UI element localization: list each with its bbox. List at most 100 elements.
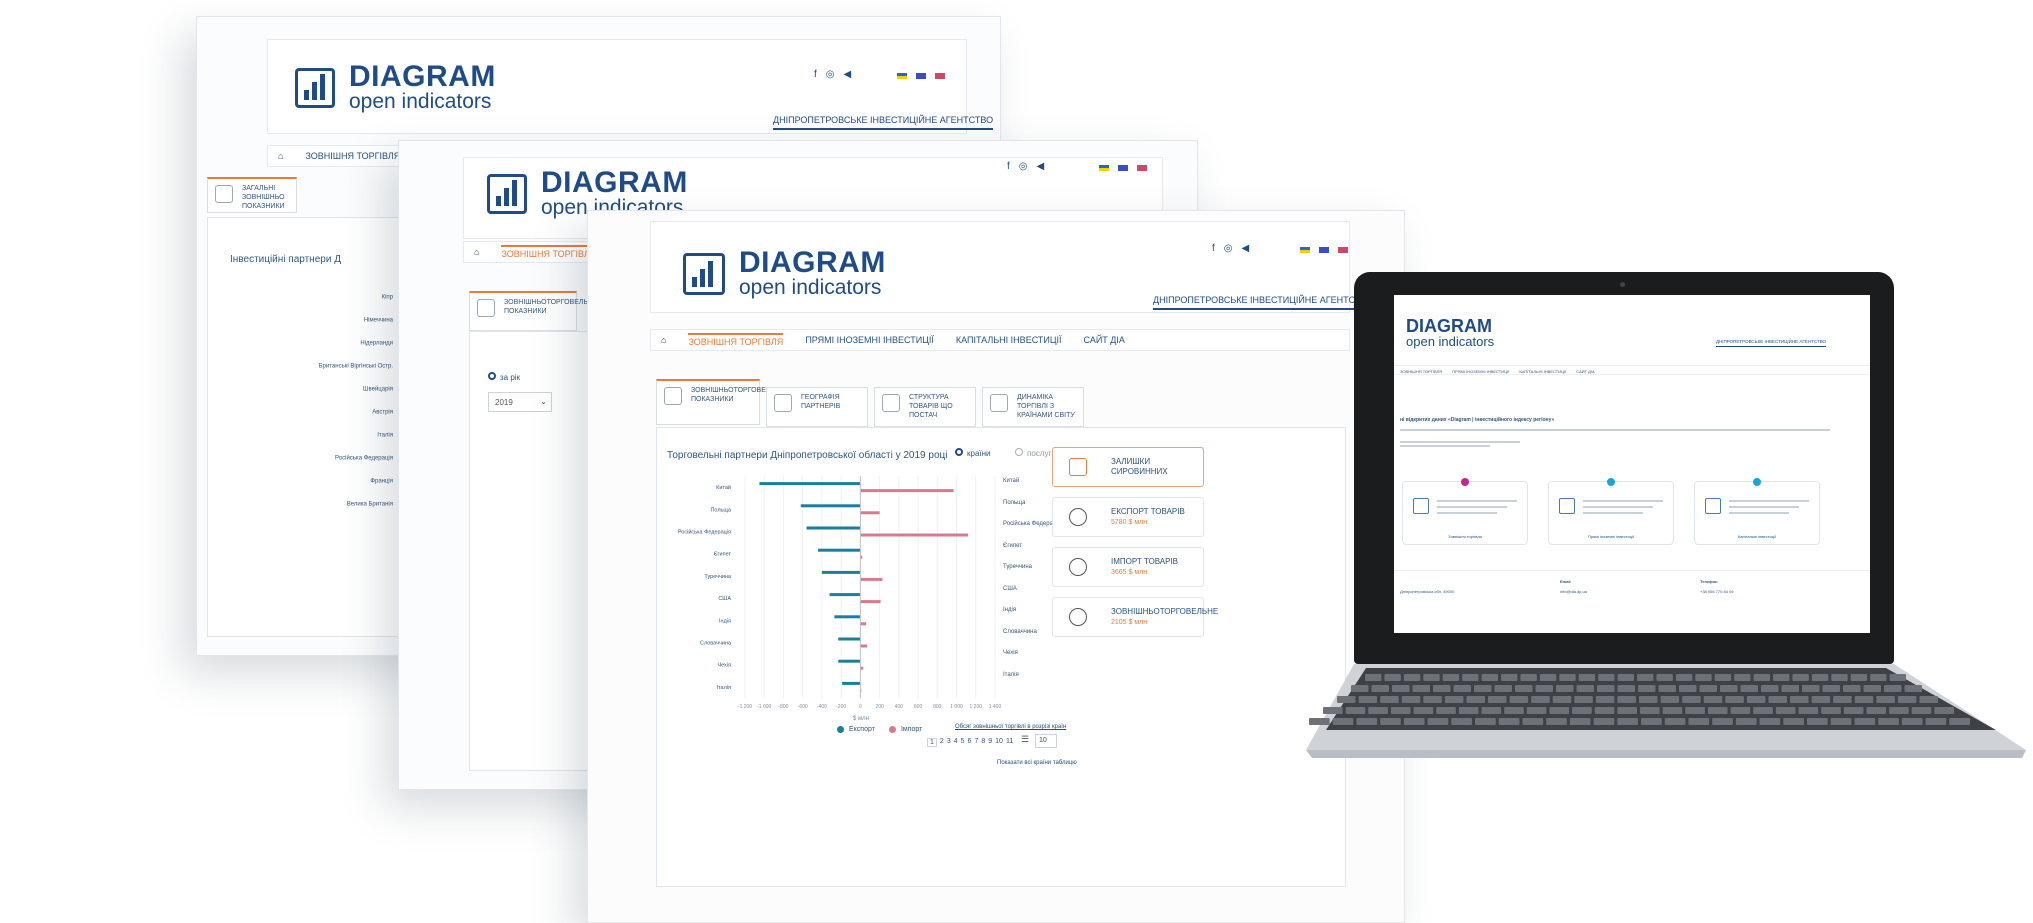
import-bar[interactable] xyxy=(860,644,868,648)
home-icon[interactable]: ⌂ xyxy=(661,335,666,345)
side-button[interactable]: ЗОВНІШНЬОТОРГОВЕЛЬНЕ 2105 $ млн xyxy=(1052,597,1218,637)
telegram-icon[interactable]: ◀ xyxy=(844,69,852,80)
tab-goods-structure[interactable]: СТРУКТУРА ТОВАРІВ ЩО ПОСТАЧ xyxy=(874,387,976,427)
telegram-icon[interactable]: ◀ xyxy=(1037,161,1045,172)
page-link[interactable]: 10 xyxy=(995,738,1003,747)
tab-trade-dynamics[interactable]: ДИНАМІКА ТОРГІВЛІ З КРАЇНАМИ СВІТУ xyxy=(982,387,1084,427)
back-row-label: Велика Британія xyxy=(346,501,393,508)
side-button[interactable]: ЗАЛИШКИ СИРОВИННИХ xyxy=(1052,447,1204,487)
middle-breadcrumb-label[interactable]: ЗОВНІШНЯ ТОРГІВЛЯ xyxy=(501,245,597,259)
page-link[interactable]: 8 xyxy=(981,738,985,747)
facebook-icon[interactable]: f xyxy=(1007,161,1010,172)
back-agency-link[interactable]: ДНІПРОПЕТРОВСЬКЕ ІНВЕСТИЦІЙНЕ АГЕНТСТВО xyxy=(773,115,994,130)
import-bar[interactable] xyxy=(860,577,883,581)
show-all-link[interactable]: Показати всі країни таблицю xyxy=(997,760,1077,766)
back-tab[interactable]: ЗАГАЛЬНІ ЗОВНІШНЬО ПОКАЗНИКИ xyxy=(207,177,297,213)
flag-ua-icon[interactable] xyxy=(1300,247,1310,253)
main-agency-link[interactable]: ДНІПРОПЕТРОВСЬКЕ ІНВЕСТИЦІЙНЕ АГЕНТСТВО xyxy=(1153,295,1374,310)
list-icon[interactable]: ☰ xyxy=(1021,734,1029,745)
year-select[interactable]: 2019 ⌄ xyxy=(488,392,552,412)
page-size-select[interactable]: 10 xyxy=(1035,734,1057,748)
laptop-agency-link[interactable]: ДНІПРОПЕТРОВСЬКЕ ІНВЕСТИЦІЙНЕ АГЕНТСТВО xyxy=(1716,339,1827,347)
keyboard-key xyxy=(1850,674,1868,681)
telegram-icon[interactable]: ◀ xyxy=(1242,243,1250,254)
laptop-card[interactable]: Капітальні інвестиції xyxy=(1694,478,1820,545)
radio-countries[interactable]: країни xyxy=(955,448,991,458)
page-link[interactable]: 3 xyxy=(947,738,951,747)
flag-ru-icon[interactable] xyxy=(1118,165,1128,171)
import-bar[interactable] xyxy=(860,622,867,626)
facebook-icon[interactable]: f xyxy=(814,69,817,80)
facebook-icon[interactable]: f xyxy=(1212,243,1215,254)
back-language-flags xyxy=(897,73,945,79)
export-bar[interactable] xyxy=(821,570,861,574)
tab-trade-indicators[interactable]: ЗОВНІШНЬОТОРГОВЕЛЬНІ ПОКАЗНИКИ xyxy=(656,379,782,425)
export-bar[interactable] xyxy=(800,504,861,508)
page-link[interactable]: 4 xyxy=(954,738,958,747)
laptop-nav-item[interactable]: ПРЯМІ ІНОЗЕМНІ ІНВЕСТИЦІЇ xyxy=(1452,369,1509,374)
laptop-nav-item[interactable]: КАПІТАЛЬНІ ІНВЕСТИЦІЇ xyxy=(1519,369,1566,374)
laptop-logo[interactable]: DIAGRAM open indicators xyxy=(1406,317,1494,349)
import-bar[interactable] xyxy=(860,511,880,515)
page-link[interactable]: 11 xyxy=(1006,738,1013,747)
footer-email[interactable]: info@dia.dp.ua xyxy=(1560,589,1587,594)
tab-partner-geography[interactable]: ГЕОГРАФІЯ ПАРТНЕРІВ xyxy=(766,387,868,427)
export-bar[interactable] xyxy=(834,615,861,619)
card-link[interactable]: Капітальні інвестиції xyxy=(1695,534,1819,539)
right-country-item[interactable]: Чехія xyxy=(1003,650,1063,672)
year-radio[interactable]: за рік xyxy=(488,372,520,382)
page-link[interactable]: 5 xyxy=(961,738,965,747)
keyboard-key xyxy=(1811,674,1829,681)
keyboard-key xyxy=(1638,685,1656,692)
radio-services[interactable]: послуги xyxy=(1015,448,1056,458)
nav-foreign-trade[interactable]: ЗОВНІШНЯ ТОРГІВЛЯ xyxy=(688,333,784,347)
flag-ru-icon[interactable] xyxy=(1319,247,1329,253)
import-bar[interactable] xyxy=(860,489,954,493)
export-bar[interactable] xyxy=(806,526,861,530)
laptop-nav-item[interactable]: САЙТ ДІА xyxy=(1576,369,1594,374)
legend-export[interactable]: Експорт xyxy=(837,726,875,733)
home-icon[interactable]: ⌂ xyxy=(278,151,283,161)
nav-fdi[interactable]: ПРЯМІ ІНОЗЕМНІ ІНВЕСТИЦІЇ xyxy=(805,335,934,345)
right-country-item[interactable]: Італія xyxy=(1003,672,1063,694)
side-button[interactable]: ЕКСПОРТ ТОВАРІВ 5780 $ млн xyxy=(1052,497,1204,537)
flag-en-icon[interactable] xyxy=(1137,165,1147,171)
card-link[interactable]: Зовнішня торгівля xyxy=(1403,534,1527,539)
page-link[interactable]: 7 xyxy=(974,738,978,747)
instagram-icon[interactable]: ◎ xyxy=(1224,243,1233,254)
main-logo[interactable]: DIAGRAM open indicators xyxy=(683,248,886,299)
page-link[interactable]: 1 xyxy=(927,738,937,747)
nav-capital-investments[interactable]: КАПІТАЛЬНІ ІНВЕСТИЦІЇ xyxy=(956,335,1062,345)
back-breadcrumb-label[interactable]: ЗОВНІШНЯ ТОРГІВЛЯ xyxy=(305,151,400,161)
flag-en-icon[interactable] xyxy=(1338,247,1348,253)
instagram-icon[interactable]: ◎ xyxy=(1019,161,1028,172)
page-link[interactable]: 2 xyxy=(940,738,944,747)
footer-phone[interactable]: +38 056 770 84 09 xyxy=(1700,589,1733,594)
keyboard-key xyxy=(1572,707,1592,714)
legend-import[interactable]: Імпорт xyxy=(888,726,922,733)
export-bar[interactable] xyxy=(829,593,861,597)
side-button[interactable]: ІМПОРТ ТОВАРІВ 3665 $ млн xyxy=(1052,547,1204,587)
back-logo[interactable]: DIAGRAM open indicators xyxy=(295,62,496,113)
import-bar[interactable] xyxy=(860,600,881,604)
export-bar[interactable] xyxy=(818,548,861,552)
flag-ua-icon[interactable] xyxy=(1099,165,1109,171)
flag-en-icon[interactable] xyxy=(935,73,945,79)
import-bar[interactable] xyxy=(860,533,969,537)
card-link[interactable]: Прямі іноземні інвестиції xyxy=(1549,534,1673,539)
middle-tab[interactable]: ЗОВНІШНЬОТОРГОВЕЛЬНІ ПОКАЗНИКИ xyxy=(469,291,595,331)
export-bar[interactable] xyxy=(842,681,861,685)
flag-ru-icon[interactable] xyxy=(916,73,926,79)
export-bar[interactable] xyxy=(759,482,861,486)
page-link[interactable]: 6 xyxy=(968,738,972,747)
nav-dia-site[interactable]: САЙТ ДІА xyxy=(1084,335,1125,345)
home-icon[interactable]: ⌂ xyxy=(474,247,479,257)
flag-ua-icon[interactable] xyxy=(897,73,907,79)
page-link[interactable]: 9 xyxy=(988,738,992,747)
export-bar[interactable] xyxy=(838,659,861,663)
laptop-card[interactable]: Зовнішня торгівля xyxy=(1402,478,1528,545)
instagram-icon[interactable]: ◎ xyxy=(826,69,835,80)
laptop-nav-item[interactable]: ЗОВНІШНЯ ТОРГІВЛЯ xyxy=(1400,369,1442,374)
laptop-card[interactable]: Прямі іноземні інвестиції xyxy=(1548,478,1674,545)
export-bar[interactable] xyxy=(838,637,861,641)
